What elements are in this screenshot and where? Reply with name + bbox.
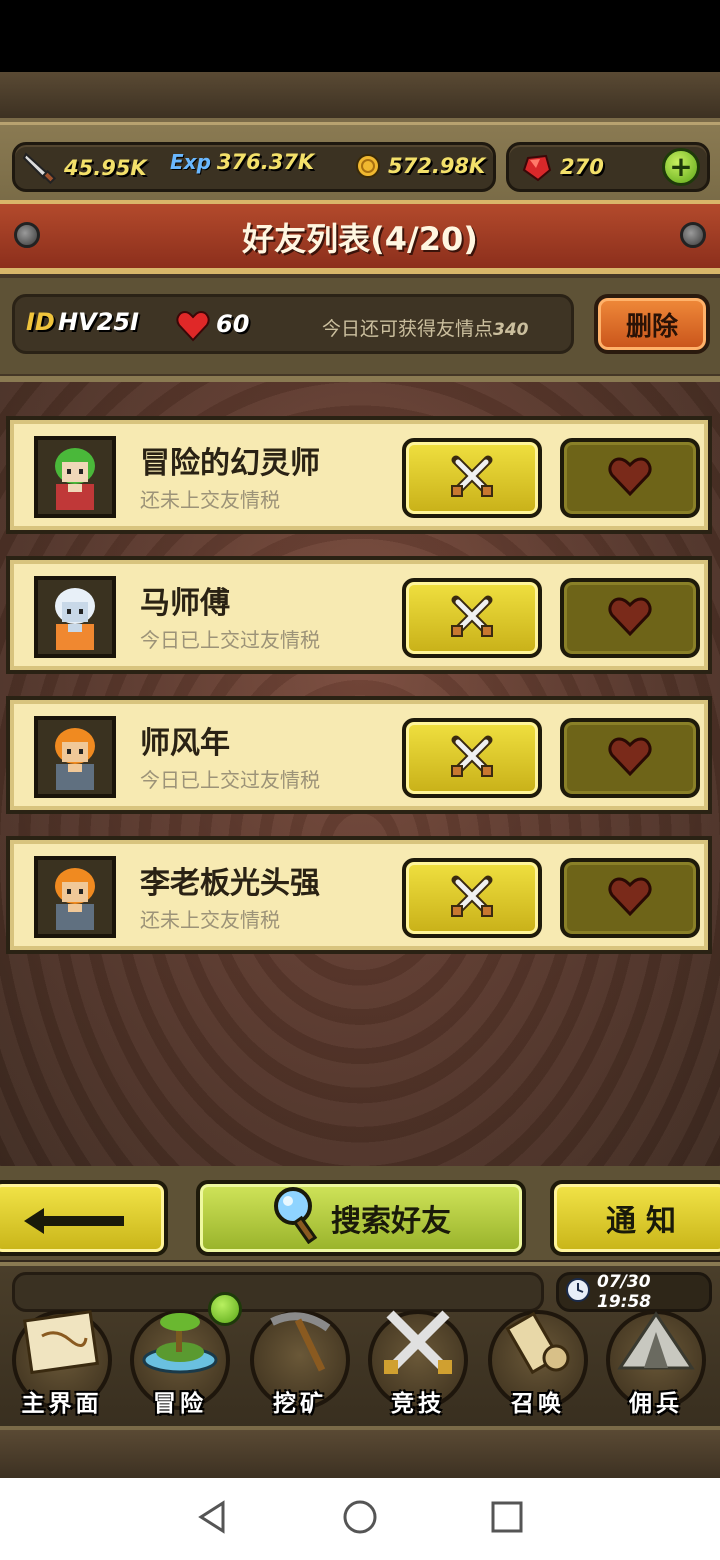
send-heart-button[interactable] <box>560 858 700 938</box>
nav-item[interactable]: 竞技 <box>362 1302 474 1422</box>
friend-card[interactable]: 李老板光头强 还未上交友情税 <box>6 836 712 954</box>
challenge-button[interactable] <box>402 578 542 658</box>
heart-icon <box>608 876 652 920</box>
heart-icon <box>608 596 652 640</box>
friend-name: 冒险的幻灵师 <box>140 446 320 481</box>
orange-hair-knight-avatar[interactable] <box>34 856 116 938</box>
magnifier-icon <box>271 1184 321 1252</box>
friend-points-value: 340 <box>493 320 529 340</box>
friend-card[interactable]: 师风年 今日已上交过友情税 <box>6 696 712 814</box>
nav-label: 挖矿 <box>273 1391 327 1417</box>
player-id: HV25I <box>58 308 139 336</box>
ruby-gem-icon <box>520 150 554 184</box>
send-heart-button[interactable] <box>560 438 700 518</box>
adventure-notification-dot <box>208 1292 242 1326</box>
send-heart-button[interactable] <box>560 718 700 798</box>
heart-icon <box>608 736 652 780</box>
friend-tax-status: 还未上交友情税 <box>140 908 280 932</box>
friend-tax-status: 今日已上交过友情税 <box>140 628 320 652</box>
nav-item[interactable]: 佣兵 <box>600 1302 712 1422</box>
status-bar <box>0 0 720 72</box>
gold-coin-icon <box>350 150 382 182</box>
summon-scroll-icon <box>496 1308 580 1382</box>
scroll-map-icon <box>20 1308 104 1382</box>
challenge-button[interactable] <box>402 858 542 938</box>
island-icon <box>138 1308 222 1382</box>
nav-item[interactable]: 挖矿 <box>244 1302 356 1422</box>
delete-label: 删除 <box>625 311 678 342</box>
friend-points-label: 今日还可获得友情点 <box>322 318 494 340</box>
heart-icon <box>608 456 652 500</box>
friend-name: 李老板光头强 <box>140 866 320 901</box>
heart-icon <box>176 310 210 346</box>
add-gem-button[interactable]: + <box>662 148 700 186</box>
green-hair-mage-avatar[interactable] <box>34 436 116 518</box>
friend-card[interactable]: 马师傅 今日已上交过友情税 <box>6 556 712 674</box>
challenge-button[interactable] <box>402 438 542 518</box>
friend-name: 马师傅 <box>140 586 230 621</box>
friend-tax-status: 还未上交友情税 <box>140 488 280 512</box>
crossed-swords-icon <box>376 1308 460 1382</box>
back-button[interactable] <box>0 1180 168 1256</box>
gold-value: 572.98K <box>388 154 486 178</box>
attack-stat: 45.95K <box>22 150 147 186</box>
attack-value: 45.95K <box>64 156 147 180</box>
nav-label: 竞技 <box>391 1391 445 1417</box>
hearts-count: 60 <box>216 310 250 338</box>
delete-friend-button[interactable]: 删除 <box>594 294 710 354</box>
page-title: 好友列表(4/20) <box>242 220 478 258</box>
exp-icon: Exp <box>170 150 211 174</box>
nav-label: 召唤 <box>511 1391 565 1417</box>
gem-value: 270 <box>560 155 604 179</box>
back-triangle-icon[interactable] <box>195 1499 231 1539</box>
notice-label: 通知 <box>606 1204 686 1239</box>
nav-item[interactable]: 召唤 <box>482 1302 594 1422</box>
id-label: ID <box>26 308 55 336</box>
orange-hair-knight-avatar[interactable] <box>34 716 116 798</box>
plus-icon: + <box>669 150 693 183</box>
back-arrow-icon <box>24 1206 128 1240</box>
recents-square-icon[interactable] <box>489 1499 525 1539</box>
friend-name: 师风年 <box>140 726 230 761</box>
exp-stat: Exp 376.37K <box>170 150 314 174</box>
notice-button[interactable]: 通知 <box>550 1180 720 1256</box>
android-nav-bar <box>0 1478 720 1560</box>
tent-icon <box>614 1308 698 1382</box>
top-decor-strip <box>0 72 720 122</box>
crossed-swords-icon <box>450 594 494 642</box>
gold-stat: 572.98K <box>350 150 485 182</box>
friend-points-info: 今日还可获得友情点340 <box>322 314 529 341</box>
search-friend-button[interactable]: 搜索好友 <box>196 1180 526 1256</box>
exp-value: 376.37K <box>216 150 315 174</box>
white-bear-avatar[interactable] <box>34 576 116 658</box>
sword-icon <box>22 150 58 186</box>
nav-label: 冒险 <box>153 1391 207 1417</box>
crossed-swords-icon <box>450 454 494 502</box>
nav-item[interactable]: 主界面 <box>6 1302 118 1422</box>
bottom-decor-strip <box>0 1426 720 1478</box>
crossed-swords-icon <box>450 734 494 782</box>
friend-card[interactable]: 冒险的幻灵师 还未上交友情税 <box>6 416 712 534</box>
crossed-swords-icon <box>450 874 494 922</box>
home-circle-icon[interactable] <box>342 1499 378 1539</box>
challenge-button[interactable] <box>402 718 542 798</box>
friend-tax-status: 今日已上交过友情税 <box>140 768 320 792</box>
nav-label: 佣兵 <box>629 1391 683 1417</box>
nav-label: 主界面 <box>21 1391 103 1417</box>
send-heart-button[interactable] <box>560 578 700 658</box>
search-label: 搜索好友 <box>331 1204 451 1239</box>
gem-stat: 270 <box>520 150 604 184</box>
pickaxe-icon <box>258 1308 342 1382</box>
